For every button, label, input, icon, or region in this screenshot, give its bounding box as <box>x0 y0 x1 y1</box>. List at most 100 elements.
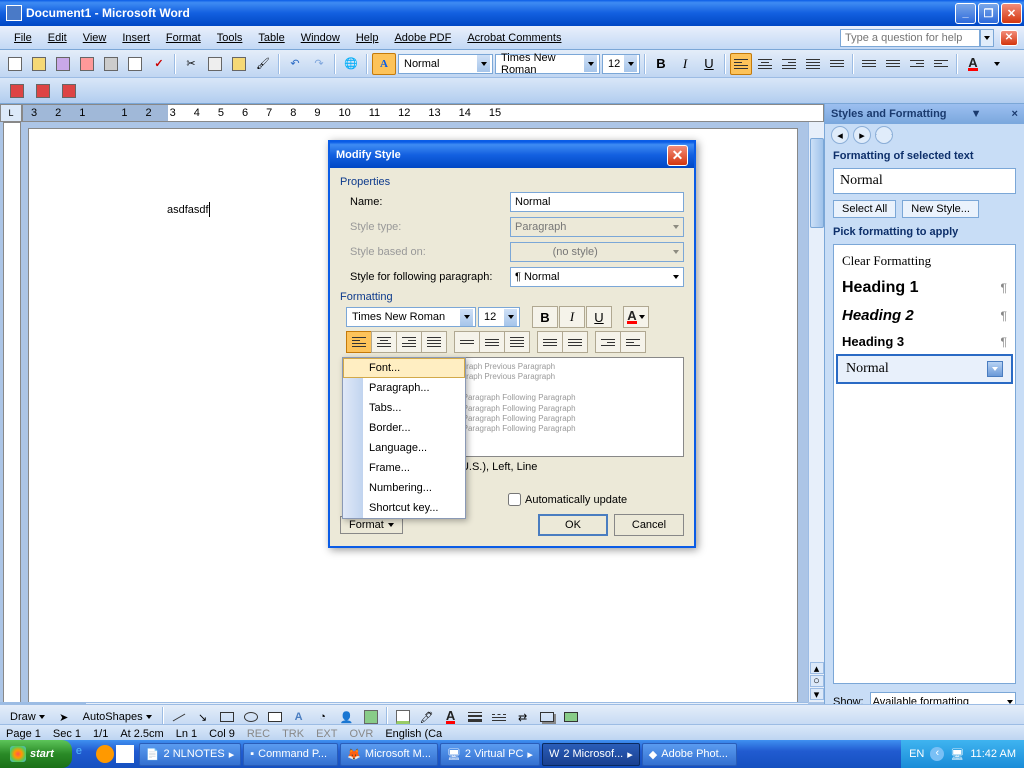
popup-language[interactable]: Language... <box>343 438 465 458</box>
numbering-icon[interactable] <box>858 53 880 75</box>
ql-desktop-icon[interactable] <box>116 745 134 763</box>
status-language[interactable]: English (Ca <box>385 728 442 740</box>
dlg-indent-right-icon[interactable] <box>620 331 646 353</box>
start-button[interactable]: start <box>0 740 72 768</box>
popup-border[interactable]: Border... <box>343 418 465 438</box>
dlg-spacing15-icon[interactable] <box>479 331 505 353</box>
tray-network-icon[interactable]: 🖥 <box>950 748 964 761</box>
menu-tools[interactable]: Tools <box>209 29 251 47</box>
print-preview-icon[interactable] <box>124 53 146 75</box>
dlg-italic-icon[interactable]: I <box>559 306 585 328</box>
next-page-icon[interactable]: ▾ <box>810 688 824 700</box>
style-dropdown-icon[interactable] <box>987 361 1003 377</box>
dlg-align-justify-icon[interactable] <box>421 331 447 353</box>
popup-shortcut[interactable]: Shortcut key... <box>343 498 465 518</box>
select-all-button[interactable]: Select All <box>833 200 896 218</box>
dlg-align-center-icon[interactable] <box>371 331 397 353</box>
styles-pane-icon[interactable]: A <box>372 53 396 75</box>
format-painter-icon[interactable]: 🖌 <box>252 53 274 75</box>
ql-outlook-icon[interactable] <box>96 745 114 763</box>
font-size-combo[interactable]: 12 <box>602 54 640 74</box>
taskpane-forward-icon[interactable]: ▸ <box>853 126 871 144</box>
menu-table[interactable]: Table <box>250 29 292 47</box>
style-name-input[interactable]: Normal <box>510 192 684 212</box>
dlg-indent-left-icon[interactable] <box>595 331 621 353</box>
style-clear[interactable]: Clear Formatting <box>834 248 1015 274</box>
prev-page-icon[interactable]: ▴ <box>810 662 824 674</box>
style-combo[interactable]: Normal <box>398 54 493 74</box>
align-center-icon[interactable] <box>754 53 776 75</box>
dlg-underline-icon[interactable]: U <box>586 306 612 328</box>
status-rec[interactable]: REC <box>247 728 270 740</box>
menu-view[interactable]: View <box>75 29 115 47</box>
dialog-close-button[interactable]: ✕ <box>667 145 688 166</box>
dlg-size-combo[interactable]: 12 <box>478 307 520 327</box>
popup-font[interactable]: Font... <box>343 358 465 378</box>
menu-help[interactable]: Help <box>348 29 387 47</box>
vertical-ruler[interactable] <box>3 122 21 718</box>
align-left-icon[interactable] <box>730 53 752 75</box>
increase-indent-icon[interactable] <box>930 53 952 75</box>
dlg-font-combo[interactable]: Times New Roman <box>346 307 476 327</box>
task-word[interactable]: W2 Microsof...▸ <box>542 743 640 766</box>
status-ovr[interactable]: OVR <box>349 728 373 740</box>
task-nlnotes[interactable]: 📄2 NLNOTES▸ <box>139 743 241 766</box>
new-doc-icon[interactable] <box>4 53 26 75</box>
tray-clock[interactable]: 11:42 AM <box>970 748 1016 760</box>
font-combo[interactable]: Times New Roman <box>495 54 600 74</box>
auto-update-checkbox[interactable] <box>508 493 521 506</box>
paste-icon[interactable] <box>228 53 250 75</box>
current-style-box[interactable]: Normal <box>833 168 1016 194</box>
browse-object-icon[interactable]: ○ <box>810 675 824 687</box>
help-search-input[interactable] <box>840 29 980 47</box>
align-justify-icon[interactable] <box>802 53 824 75</box>
toolbar-options-icon[interactable] <box>986 53 1008 75</box>
task-photoshop[interactable]: ◆Adobe Phot... <box>642 743 737 766</box>
cancel-button[interactable]: Cancel <box>614 514 684 536</box>
horizontal-ruler[interactable]: 321123456789101112131415 <box>22 104 824 122</box>
style-heading2[interactable]: Heading 2¶ <box>834 302 1015 329</box>
open-icon[interactable] <box>28 53 50 75</box>
taskpane-home-icon[interactable] <box>875 126 893 144</box>
line-spacing-icon[interactable] <box>826 53 848 75</box>
style-heading3[interactable]: Heading 3¶ <box>834 329 1015 354</box>
menu-edit[interactable]: Edit <box>40 29 75 47</box>
task-msm[interactable]: 🦊Microsoft M... <box>340 743 438 766</box>
convert-pdf-icon[interactable] <box>6 80 28 102</box>
style-normal[interactable]: Normal <box>836 354 1013 384</box>
menu-format[interactable]: Format <box>158 29 209 47</box>
document-close-button[interactable]: ✕ <box>1000 30 1018 46</box>
bold-icon[interactable]: B <box>650 53 672 75</box>
align-right-icon[interactable] <box>778 53 800 75</box>
tray-language[interactable]: EN <box>909 748 924 760</box>
cut-icon[interactable]: ✂ <box>180 53 202 75</box>
bullets-icon[interactable] <box>882 53 904 75</box>
task-virtualpc[interactable]: 🖥2 Virtual PC▸ <box>440 743 540 766</box>
tab-selector-icon[interactable]: L <box>0 104 22 122</box>
popup-numbering[interactable]: Numbering... <box>343 478 465 498</box>
taskpane-dropdown-icon[interactable]: ▼ <box>971 108 982 120</box>
underline-icon[interactable]: U <box>698 53 720 75</box>
restore-button[interactable]: ❐ <box>978 3 999 24</box>
permission-icon[interactable] <box>76 53 98 75</box>
font-color-icon[interactable]: A <box>962 53 984 75</box>
taskpane-close-icon[interactable]: × <box>1012 108 1018 120</box>
print-icon[interactable] <box>100 53 122 75</box>
menu-window[interactable]: Window <box>293 29 348 47</box>
dlg-para-after-icon[interactable] <box>562 331 588 353</box>
status-trk[interactable]: TRK <box>282 728 304 740</box>
dlg-spacing2-icon[interactable] <box>504 331 530 353</box>
convert-pdf-review-icon[interactable] <box>58 80 80 102</box>
ok-button[interactable]: OK <box>538 514 608 536</box>
dlg-font-color-icon[interactable]: A <box>623 306 649 328</box>
dlg-align-right-icon[interactable] <box>396 331 422 353</box>
following-combo[interactable]: ¶ Normal <box>510 267 684 287</box>
menu-adobe-pdf[interactable]: Adobe PDF <box>386 29 459 47</box>
style-heading1[interactable]: Heading 1¶ <box>834 274 1015 302</box>
dlg-spacing1-icon[interactable] <box>454 331 480 353</box>
menu-acrobat-comments[interactable]: Acrobat Comments <box>459 29 569 47</box>
taskpane-back-icon[interactable]: ◂ <box>831 126 849 144</box>
tray-expand-icon[interactable]: ‹ <box>930 747 944 761</box>
popup-frame[interactable]: Frame... <box>343 458 465 478</box>
close-button[interactable]: ✕ <box>1001 3 1022 24</box>
